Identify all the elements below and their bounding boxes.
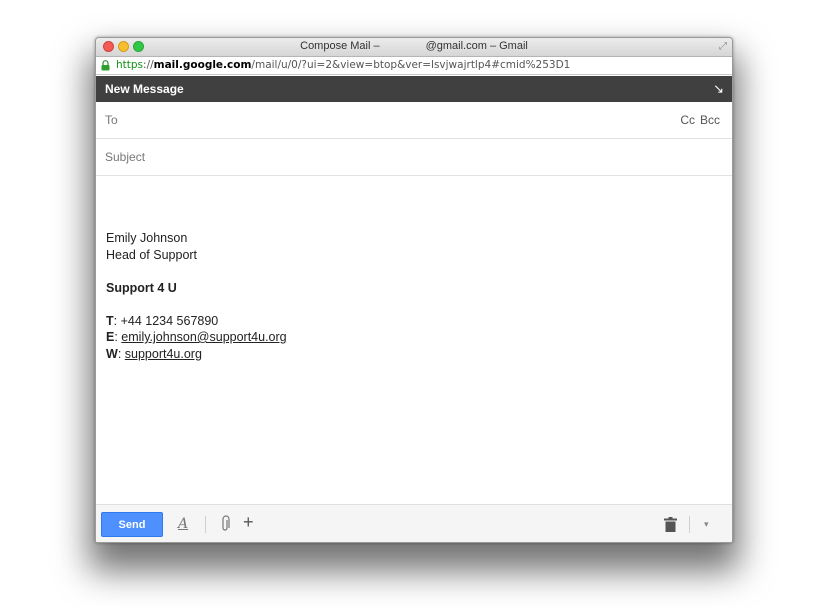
url-path: /mail/u/0/?ui=2&view=btop&ver=lsvjwajrtl…: [251, 59, 571, 71]
more-options-icon[interactable]: ▾: [704, 519, 709, 530]
cc-link[interactable]: Cc: [680, 113, 695, 127]
bcc-link[interactable]: Bcc: [700, 113, 720, 127]
signature-phone-line: T: +44 1234 567890: [106, 313, 219, 328]
email-label: E: [106, 330, 115, 344]
subject-placeholder: Subject: [105, 150, 146, 164]
cc-bcc-links: Cc Bcc: [675, 113, 720, 127]
subject-field[interactable]: Subject: [96, 139, 732, 176]
popout-icon[interactable]: ↘: [713, 81, 724, 97]
format-text-icon[interactable]: A: [178, 516, 188, 532]
send-button[interactable]: Send: [101, 512, 163, 537]
to-field[interactable]: To Cc Bcc: [96, 102, 732, 139]
signature-role: Head of Support: [106, 247, 198, 262]
compose-title: New Message: [105, 82, 184, 96]
attach-icon[interactable]: [220, 515, 230, 533]
compose-toolbar: Send A + ▾: [96, 504, 732, 542]
phone-number: +44 1234 567890: [120, 313, 219, 328]
signature-email-line: E: emily.johnson@support4u.org: [106, 330, 287, 344]
window-title-suffix: @gmail.com – Gmail: [425, 40, 528, 52]
to-label: To: [105, 113, 118, 127]
signature-company: Support 4 U: [106, 280, 177, 295]
url-separator: ://: [143, 59, 154, 71]
fullscreen-icon[interactable]: ⤢: [719, 41, 727, 52]
address-bar[interactable]: https://mail.google.com/mail/u/0/?ui=2&v…: [96, 57, 732, 75]
message-body[interactable]: Emily Johnson Head of Support Support 4 …: [106, 230, 706, 362]
window-title-prefix: Compose Mail –: [300, 40, 380, 52]
lock-icon: [101, 60, 110, 71]
trash-icon[interactable]: [664, 517, 677, 532]
signature-web-line: W: support4u.org: [106, 346, 202, 361]
url-host: mail.google.com: [153, 59, 252, 71]
url-scheme: https: [116, 59, 144, 71]
web-link[interactable]: support4u.org: [125, 347, 202, 361]
email-link[interactable]: emily.johnson@support4u.org: [121, 330, 286, 344]
toolbar-divider: [689, 516, 690, 533]
browser-window: Compose Mail – @gmail.com – Gmail ⤢ https…: [95, 37, 733, 543]
toolbar-divider: [205, 516, 206, 533]
web-label: W: [106, 346, 118, 361]
title-bar: Compose Mail – @gmail.com – Gmail ⤢: [96, 38, 732, 57]
url-text[interactable]: https://mail.google.com/mail/u/0/?ui=2&v…: [116, 59, 570, 71]
window-title: Compose Mail – @gmail.com – Gmail: [96, 40, 732, 52]
signature-name: Emily Johnson: [106, 231, 188, 245]
phone-label: T: [106, 313, 114, 328]
insert-more-icon[interactable]: +: [243, 512, 254, 533]
compose-header: New Message ↘: [96, 76, 732, 102]
